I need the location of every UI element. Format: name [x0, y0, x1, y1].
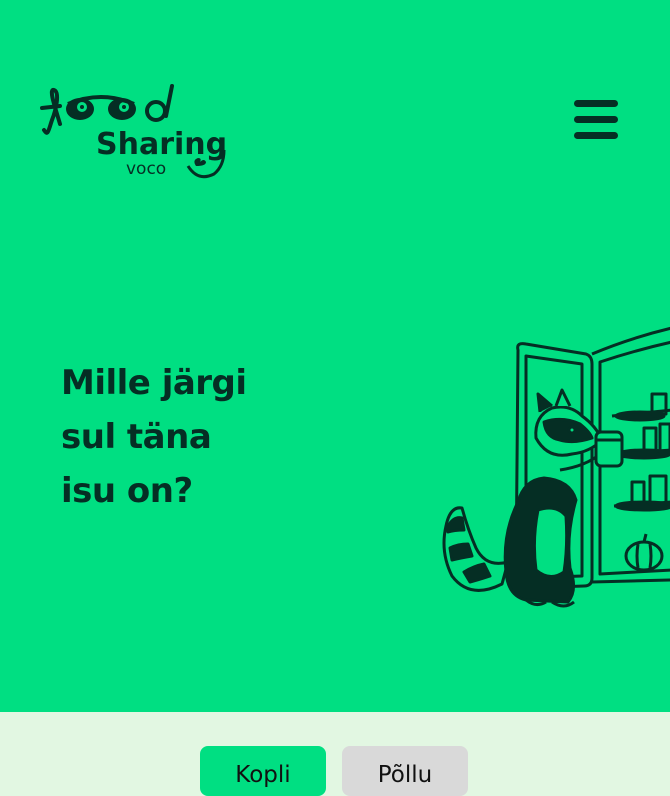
tab-pollu[interactable]: Põllu: [342, 746, 468, 796]
hamburger-menu-icon[interactable]: [574, 100, 626, 148]
raccoon-fridge-illustration: [442, 326, 670, 608]
tab-kopli[interactable]: Kopli: [200, 746, 326, 796]
tab-label: Põllu: [377, 762, 433, 788]
menu-bar: [574, 132, 618, 139]
logo-line2: Sharing: [96, 127, 227, 162]
hero-headline: Mille järgi sul täna isu on?: [61, 356, 321, 518]
location-tabs: Kopli Põllu: [0, 712, 670, 796]
logo-line3: voco: [126, 159, 166, 179]
menu-bar: [574, 100, 618, 107]
headline-line: isu on?: [61, 471, 193, 511]
logo-eyes: [66, 95, 136, 120]
headline-line: Mille järgi: [61, 363, 247, 403]
hero-section: Sharing voco Mille järgi sul täna isu on…: [0, 0, 670, 712]
headline-line: sul täna: [61, 417, 212, 457]
menu-bar: [574, 116, 618, 123]
foodsharing-voco-logo[interactable]: Sharing voco: [38, 80, 238, 182]
tab-label: Kopli: [235, 762, 291, 788]
